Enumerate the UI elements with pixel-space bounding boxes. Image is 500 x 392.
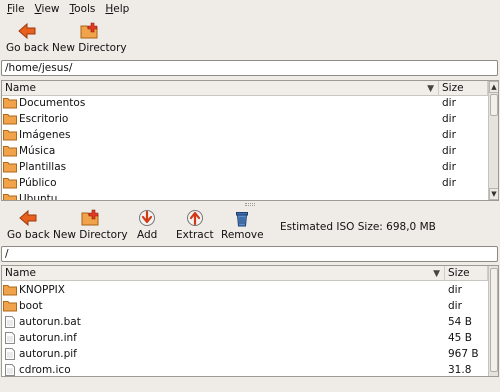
list-item[interactable]: cdrom.ico 31.8 KB [2,362,488,376]
list-item[interactable]: Imágenes dir [2,127,488,143]
list-item[interactable]: Público dir [2,175,488,191]
folder-icon [3,146,17,157]
extract-up-arrow-icon [186,210,203,226]
top-list-scrollbar[interactable]: ▲ ▼ [488,81,498,200]
file-icon [5,348,15,360]
scroll-up-icon[interactable]: ▲ [489,81,498,93]
add-down-arrow-icon [139,210,156,226]
arrow-left-icon [18,22,36,40]
list-item[interactable]: autorun.inf 45 B [2,330,488,346]
list-item[interactable]: boot dir [2,298,488,314]
folder-icon [3,130,17,141]
list-item[interactable]: KNOPPIX dir [2,282,488,298]
list-item[interactable]: Música dir [2,143,488,159]
pane-splitter[interactable] [0,202,500,208]
list-item[interactable]: autorun.bat 54 B [2,314,488,330]
new-folder-icon [81,209,99,226]
folder-icon [3,194,17,200]
top-go-back-button[interactable]: Go back [6,22,49,54]
chevron-down-icon: ▼ [427,84,434,94]
list-item[interactable]: Plantillas dir [2,159,488,175]
folder-icon [3,98,17,109]
status-bar [0,378,500,392]
menubar: File View Tools Help [0,0,500,18]
menu-help[interactable]: Help [100,1,134,17]
menu-tools[interactable]: Tools [65,1,101,17]
add-button[interactable]: Add [137,209,157,241]
list-item[interactable]: Escritorio dir [2,111,488,127]
list-item[interactable]: autorun.pif 967 B [2,346,488,362]
top-name-column-header[interactable]: Name ▼ [2,81,439,96]
list-item[interactable]: Documentos dir [2,95,488,111]
folder-icon [3,162,17,173]
scroll-thumb[interactable] [490,268,498,372]
bottom-size-column-header[interactable]: Size [445,266,488,281]
folder-icon [3,301,17,312]
bottom-list-header: Name ▼ Size [2,266,488,281]
top-file-list[interactable]: Name ▼ Size Documentos dir Escritorio di… [1,80,499,201]
folder-icon [3,285,17,296]
bottom-name-column-header[interactable]: Name ▼ [2,266,445,281]
chevron-down-icon: ▼ [433,269,440,279]
remove-button[interactable]: Remove [221,209,264,241]
bottom-path-input[interactable]: / [1,246,498,262]
bottom-new-directory-button[interactable]: New Directory [53,209,128,241]
folder-icon [3,178,17,189]
list-item[interactable]: Ubuntu [2,191,488,200]
top-path-input[interactable]: /home/jesus/ [1,60,498,76]
file-icon [5,364,15,376]
arrow-left-icon [19,209,37,227]
bottom-file-list[interactable]: Name ▼ Size KNOPPIX dir boot dir autorun… [1,265,499,377]
bottom-list-scrollbar[interactable] [488,266,498,376]
bottom-go-back-button[interactable]: Go back [7,209,50,241]
top-list-header: Name ▼ Size [2,81,488,96]
scroll-down-icon[interactable]: ▼ [489,188,498,200]
menu-view[interactable]: View [30,1,65,17]
new-folder-icon [80,22,98,39]
splitter-grip [245,203,255,206]
iso-size-label: Estimated ISO Size: 698,0 MB [280,221,436,233]
file-icon [5,332,15,344]
scroll-thumb[interactable] [490,94,498,116]
top-size-column-header[interactable]: Size [439,81,488,96]
extract-button[interactable]: Extract [176,209,214,241]
top-new-directory-button[interactable]: New Directory [52,22,127,54]
folder-icon [3,114,17,125]
trash-icon [236,212,249,227]
file-icon [5,316,15,328]
menu-file[interactable]: File [2,1,30,17]
